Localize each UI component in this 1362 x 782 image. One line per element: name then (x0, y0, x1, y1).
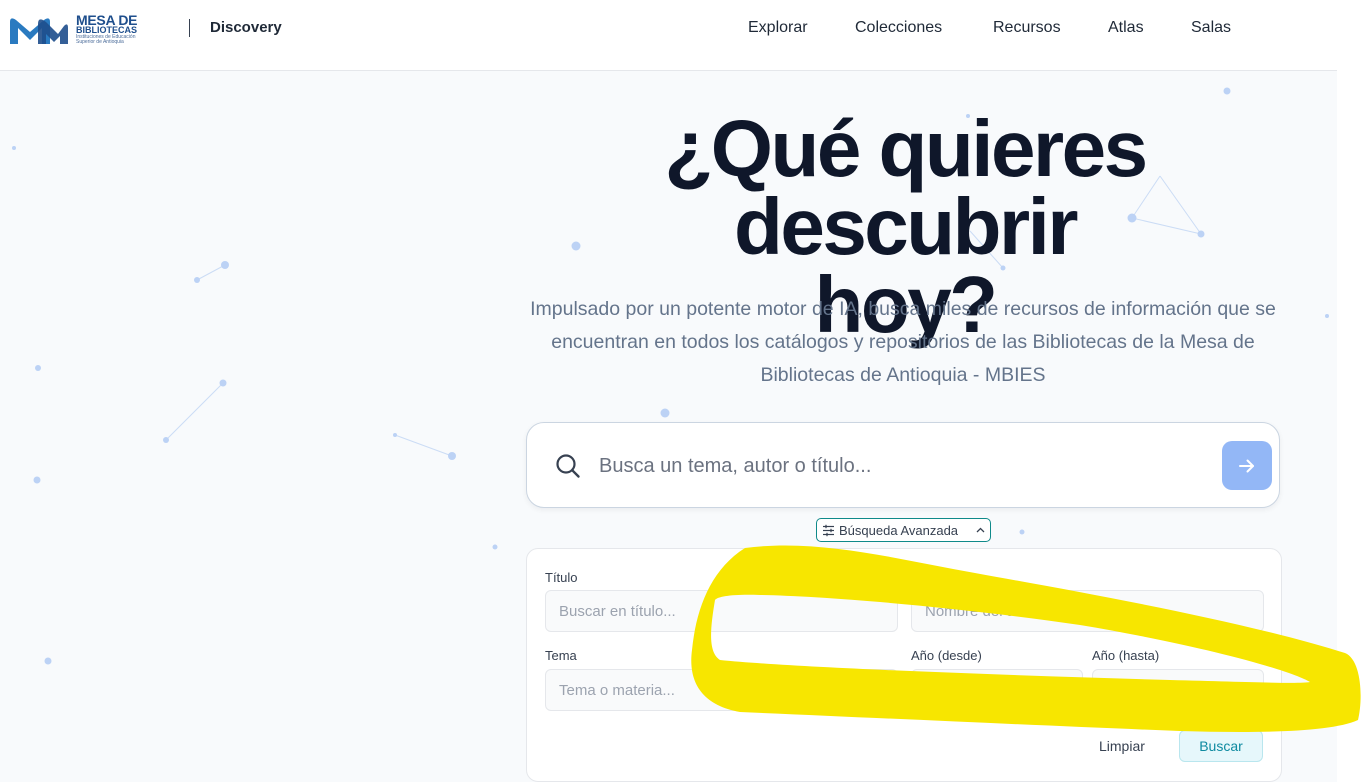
search-box (526, 422, 1280, 508)
author-field[interactable] (911, 590, 1264, 632)
year-from-field[interactable] (911, 669, 1083, 711)
brand-name[interactable]: Discovery (210, 19, 282, 36)
advanced-search-submit-button[interactable]: Buscar (1179, 730, 1263, 762)
advanced-search-label: Búsqueda Avanzada (839, 523, 959, 538)
nav-recursos[interactable]: Recursos (993, 19, 1061, 37)
subject-field-label: Tema (545, 648, 577, 663)
hero-title-line1: ¿Qué quieres descubrir (664, 104, 1148, 271)
subject-field[interactable] (545, 669, 898, 711)
search-input[interactable] (597, 447, 1201, 485)
nav-colecciones[interactable]: Colecciones (855, 19, 942, 37)
header-divider (189, 19, 190, 37)
logo-mark-icon (10, 18, 68, 44)
year-to-field[interactable] (1092, 669, 1264, 711)
search-submit-button[interactable] (1222, 441, 1272, 490)
search-icon (556, 454, 580, 478)
title-field[interactable] (545, 590, 898, 632)
nav-atlas[interactable]: Atlas (1108, 19, 1144, 37)
logo-text-line3: Instituciones de Educación Superior de A… (76, 34, 136, 45)
nav-salas[interactable]: Salas (1191, 19, 1231, 37)
title-field-label: Título (545, 570, 578, 585)
year-to-field-label: Año (hasta) (1092, 648, 1160, 663)
top-header: MESA DE BIBLIOTECAS Instituciones de Edu… (0, 0, 1337, 71)
arrow-right-icon (1239, 459, 1254, 473)
sliders-icon (823, 524, 834, 537)
advanced-search-toggle[interactable]: Búsqueda Avanzada (816, 518, 991, 542)
year-from-field-label: Año (desde) (911, 648, 982, 663)
clear-button[interactable]: Limpiar (1099, 730, 1145, 762)
author-field-label: Autor (911, 570, 943, 585)
hero-subtitle: Impulsado por un potente motor de IA, bu… (530, 298, 1276, 386)
nav-explorar[interactable]: Explorar (748, 19, 808, 37)
mesa-bibliotecas-logo[interactable]: MESA DE BIBLIOTECAS Instituciones de Edu… (8, 12, 148, 48)
advanced-search-panel: Título Autor Tema Año (desde) Año (hasta… (526, 548, 1282, 782)
chevron-up-icon (976, 527, 985, 533)
